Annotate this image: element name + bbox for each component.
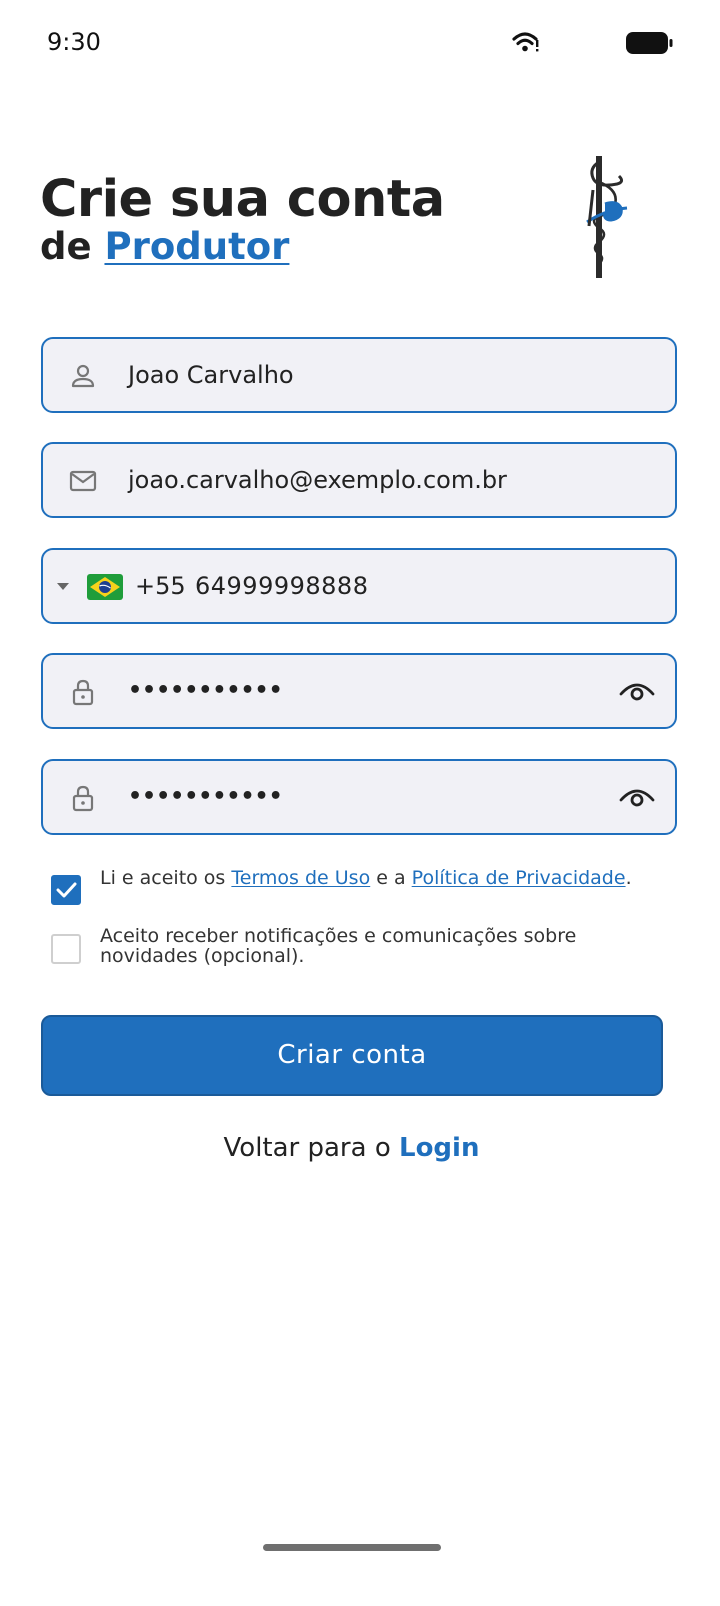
terms-text: Li e aceito os Termos de Uso e a Polític… xyxy=(100,867,660,889)
eye-icon[interactable] xyxy=(619,677,655,707)
privacy-policy-link[interactable]: Política de Privacidade xyxy=(412,867,626,889)
back-to-login: Voltar para o Login xyxy=(0,1128,703,1168)
checkmark-icon xyxy=(56,882,77,898)
title-heading: Crie sua conta xyxy=(40,170,445,229)
title-subheading: de Produtor xyxy=(40,224,445,270)
mail-icon xyxy=(69,470,97,492)
create-account-button[interactable]: Criar conta xyxy=(41,1015,663,1096)
person-icon xyxy=(71,364,95,388)
home-indicator[interactable] xyxy=(263,1544,441,1551)
terms-checkbox[interactable] xyxy=(51,875,81,905)
notifications-checkbox[interactable] xyxy=(51,934,81,964)
title-prefix: de xyxy=(40,225,105,268)
login-link[interactable]: Login xyxy=(399,1133,479,1163)
password-input[interactable]: ••••••••••• xyxy=(128,655,283,727)
status-bar: 9:30 xyxy=(0,0,720,86)
terms-text-middle: e a xyxy=(370,867,412,889)
confirm-password-field[interactable]: ••••••••••• xyxy=(41,759,677,835)
battery-icon xyxy=(626,32,673,54)
confirm-password-input[interactable]: ••••••••••• xyxy=(128,761,283,833)
terms-text-before: Li e aceito os xyxy=(100,867,232,889)
eye-icon[interactable] xyxy=(619,783,655,813)
chevron-down-icon[interactable] xyxy=(57,583,69,591)
phone-field[interactable]: +55 64999998888 xyxy=(41,548,677,624)
lock-icon xyxy=(72,785,94,812)
name-input[interactable]: Joao Carvalho xyxy=(128,339,294,411)
status-time: 9:30 xyxy=(47,28,101,56)
password-field[interactable]: ••••••••••• xyxy=(41,653,677,729)
notifications-text: Aceito receber notificações e comunicaçõ… xyxy=(100,925,577,967)
back-prefix: Voltar para o xyxy=(223,1133,399,1163)
lock-icon xyxy=(72,679,94,706)
terms-text-after: . xyxy=(625,867,632,889)
email-input[interactable]: joao.carvalho@exemplo.com.br xyxy=(128,444,507,516)
terms-of-use-link[interactable]: Termos de Uso xyxy=(231,867,370,889)
wifi-icon xyxy=(512,32,539,52)
email-field[interactable]: joao.carvalho@exemplo.com.br xyxy=(41,442,677,518)
name-field[interactable]: Joao Carvalho xyxy=(41,337,677,413)
phone-input[interactable]: 64999998888 xyxy=(195,550,368,622)
brazil-flag-icon[interactable] xyxy=(87,574,123,600)
country-code[interactable]: +55 xyxy=(135,550,186,622)
page-title: Crie sua conta de Produtor xyxy=(40,172,445,270)
title-accent: Produtor xyxy=(104,225,290,268)
app-logo-icon xyxy=(586,156,628,278)
